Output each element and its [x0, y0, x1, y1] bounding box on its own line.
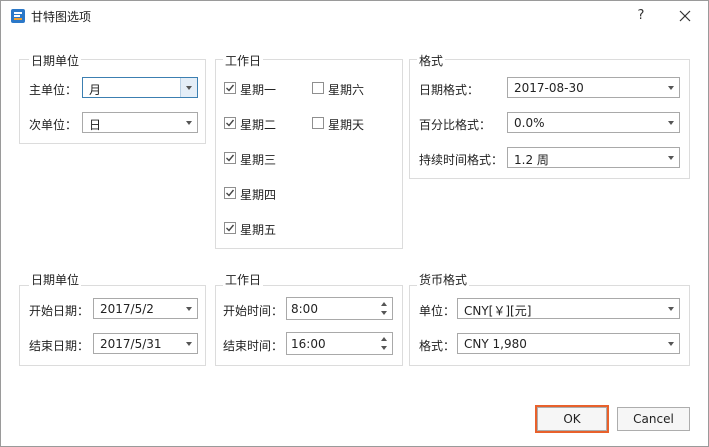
dialog-title: 甘特图选项	[31, 10, 92, 24]
tuesday-label: 星期二	[240, 118, 277, 132]
start-date-picker[interactable]: 2017/5/2	[93, 298, 198, 319]
wednesday-label: 星期三	[240, 153, 277, 167]
duration-format-label: 持续时间格式：	[419, 153, 504, 167]
end-time-spinner[interactable]: 16:00	[286, 332, 393, 355]
currency-unit-label: 单位：	[419, 304, 456, 318]
checkmark-icon	[226, 224, 235, 232]
date-format-label: 日期格式：	[419, 83, 480, 97]
date-unit-legend: 日期单位	[29, 52, 82, 69]
sub-unit-select[interactable]: 日	[82, 112, 198, 133]
start-time-spinner[interactable]: 8:00	[286, 297, 393, 320]
spin-down-icon[interactable]	[381, 311, 387, 315]
duration-format-value: 1.2 周	[514, 153, 549, 167]
end-time-value: 16:00	[291, 337, 326, 351]
chevron-down-icon	[186, 342, 192, 346]
date-format-value: 2017-08-30	[514, 81, 584, 95]
date-format-select[interactable]: 2017-08-30	[507, 77, 680, 98]
start-time-label: 开始时间：	[223, 304, 284, 318]
percent-format-label: 百分比格式：	[419, 118, 492, 132]
monday-label: 星期一	[240, 83, 277, 97]
title-bar: 甘特图选项 ?	[1, 1, 708, 31]
friday-label: 星期五	[240, 223, 277, 237]
close-icon	[679, 10, 691, 22]
ok-button-highlight	[535, 405, 609, 433]
sub-unit-value: 日	[89, 118, 102, 132]
start-date-label: 开始日期：	[29, 304, 90, 318]
chevron-down-icon	[186, 307, 192, 311]
main-unit-value: 月	[89, 83, 102, 97]
tuesday-checkbox[interactable]	[224, 117, 236, 129]
checkmark-icon	[226, 119, 235, 127]
end-date-value: 2017/5/31	[100, 337, 162, 351]
gantt-app-icon	[10, 8, 26, 24]
wednesday-checkbox[interactable]	[224, 152, 236, 164]
chevron-down-icon	[186, 121, 192, 125]
saturday-checkbox[interactable]	[312, 82, 324, 94]
thursday-checkbox[interactable]	[224, 187, 236, 199]
checkmark-icon	[226, 84, 235, 92]
saturday-label: 星期六	[328, 83, 365, 97]
main-unit-label: 主单位：	[29, 83, 78, 97]
sunday-checkbox[interactable]	[312, 117, 324, 129]
workday-legend: 工作日	[223, 52, 264, 69]
main-unit-select[interactable]: 月	[82, 77, 198, 98]
end-time-label: 结束时间：	[223, 339, 284, 353]
currency-format-label: 格式：	[419, 339, 456, 353]
end-date-picker[interactable]: 2017/5/31	[93, 333, 198, 354]
main-unit-dropdown-button[interactable]	[180, 78, 197, 97]
currency-unit-select[interactable]: CNY[￥][元]	[457, 298, 680, 319]
end-date-label: 结束日期：	[29, 339, 90, 353]
spin-down-icon[interactable]	[381, 346, 387, 350]
chevron-down-icon	[186, 86, 192, 90]
format-legend: 格式	[417, 52, 446, 69]
date-range-legend: 日期单位	[29, 271, 82, 288]
help-button[interactable]: ?	[631, 6, 651, 26]
spin-up-icon[interactable]	[381, 302, 387, 306]
chevron-down-icon	[668, 342, 674, 346]
work-time-legend: 工作日	[223, 271, 264, 288]
duration-format-select[interactable]: 1.2 周	[507, 147, 680, 168]
sunday-label: 星期天	[328, 118, 365, 132]
spin-up-icon[interactable]	[381, 337, 387, 341]
chevron-down-icon	[668, 121, 674, 125]
start-date-value: 2017/5/2	[100, 302, 154, 316]
percent-format-value: 0.0%	[514, 116, 545, 130]
chevron-down-icon	[668, 86, 674, 90]
checkmark-icon	[226, 189, 235, 197]
currency-unit-value: CNY[￥][元]	[464, 304, 532, 318]
chevron-down-icon	[668, 156, 674, 160]
percent-format-select[interactable]: 0.0%	[507, 112, 680, 133]
chevron-down-icon	[668, 307, 674, 311]
currency-format-value: CNY 1,980	[464, 337, 527, 351]
cancel-button[interactable]: Cancel	[617, 407, 690, 431]
currency-format-select[interactable]: CNY 1,980	[457, 333, 680, 354]
monday-checkbox[interactable]	[224, 82, 236, 94]
gantt-options-dialog: 甘特图选项 ? 日期单位 主单位： 月 次单位： 日 工作日 星期一 星期二 星…	[0, 0, 709, 447]
sub-unit-label: 次单位：	[29, 118, 78, 132]
close-button[interactable]	[675, 6, 695, 26]
start-time-value: 8:00	[291, 302, 318, 316]
checkmark-icon	[226, 154, 235, 162]
thursday-label: 星期四	[240, 188, 277, 202]
friday-checkbox[interactable]	[224, 222, 236, 234]
currency-legend: 货币格式	[417, 271, 470, 288]
